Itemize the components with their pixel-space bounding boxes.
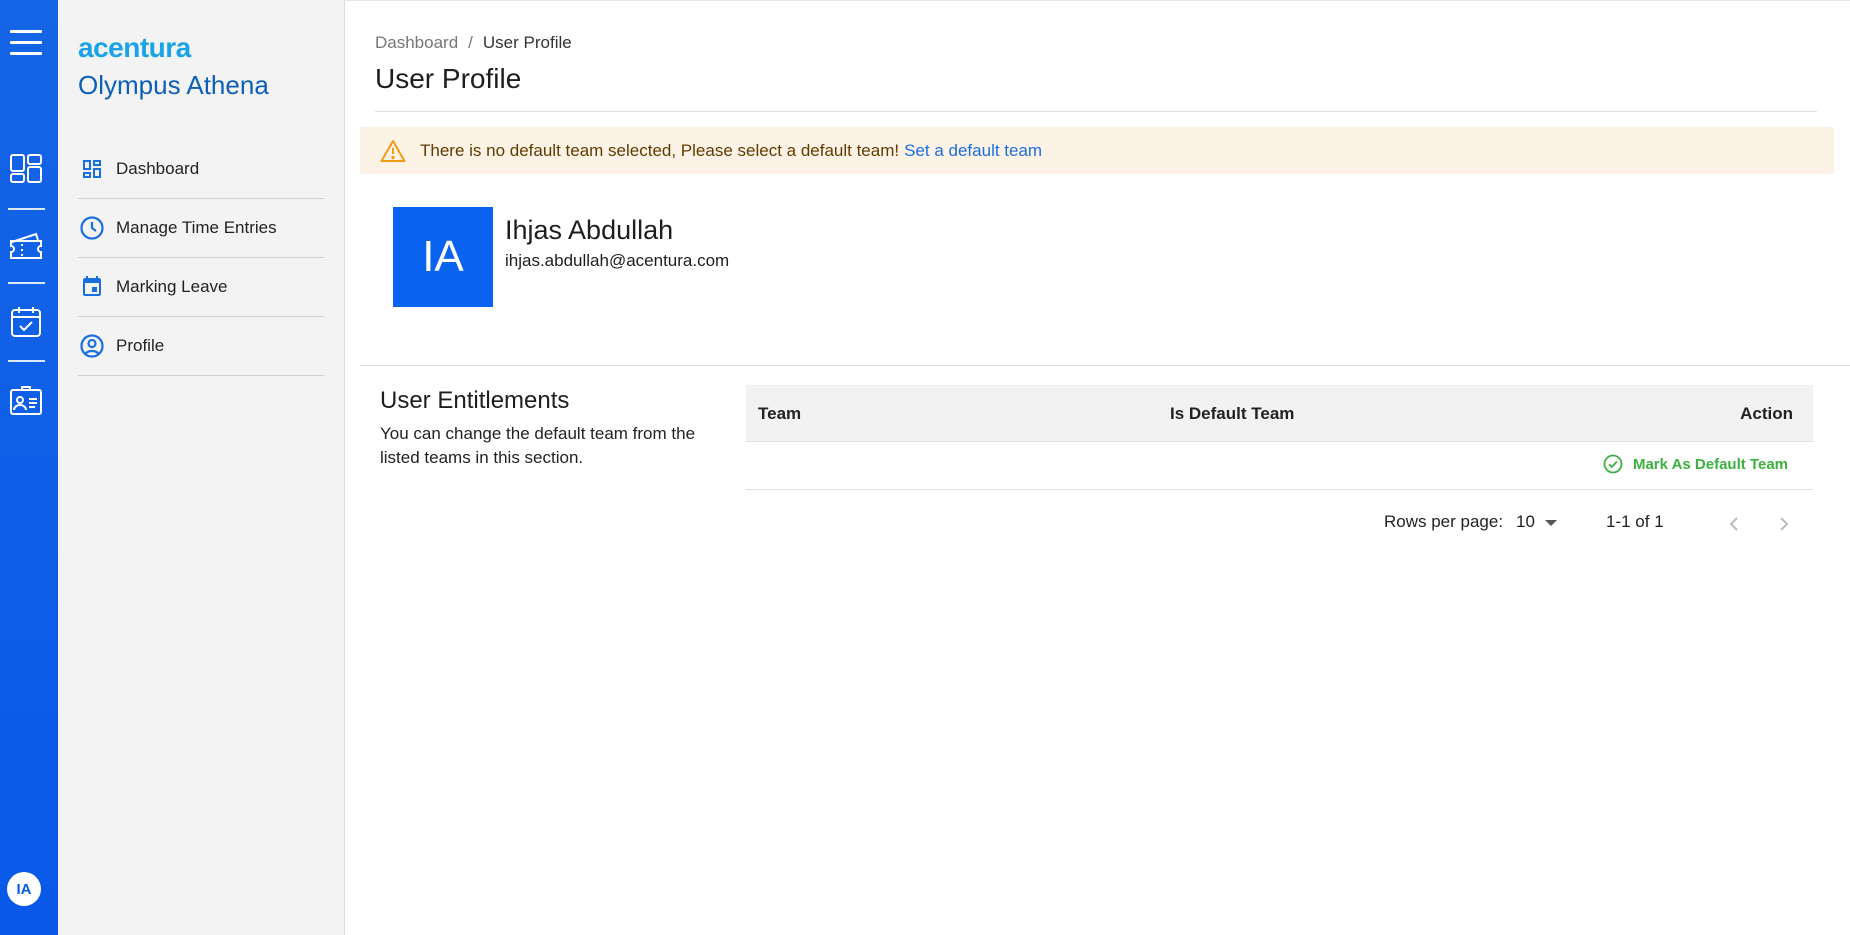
- warning-icon: [380, 139, 406, 162]
- mark-as-default-team-button[interactable]: Mark As Default Team: [1603, 454, 1788, 474]
- breadcrumb-separator: /: [468, 33, 473, 52]
- calendar-icon: [78, 273, 106, 301]
- nav-item-marking-leave[interactable]: Marking Leave: [78, 258, 324, 317]
- nav-list: Dashboard Manage Time Entries Marking Le…: [78, 140, 324, 376]
- table-pagination: Rows per page: 10 1-1 of 1: [746, 490, 1813, 550]
- account-circle-icon: [78, 332, 106, 360]
- table-row: Mark As Default Team: [746, 442, 1813, 490]
- divider: [360, 365, 1850, 366]
- nav-drawer: acentura Olympus Athena Dashboard Manage…: [58, 0, 345, 935]
- nav-item-label: Marking Leave: [116, 277, 228, 296]
- column-header-is-default-team[interactable]: Is Default Team: [1170, 404, 1294, 424]
- nav-item-profile[interactable]: Profile: [78, 317, 324, 376]
- rows-per-page-select[interactable]: 10: [1516, 512, 1557, 532]
- column-header-team[interactable]: Team: [758, 404, 801, 424]
- profile-name: Ihjas Abdullah: [505, 215, 674, 245]
- divider: [375, 111, 1817, 112]
- dashboard-icon: [78, 155, 106, 183]
- caret-down-icon: [1544, 520, 1557, 526]
- next-page-icon[interactable]: [1772, 512, 1796, 536]
- rail-dashboard-icon[interactable]: [8, 150, 44, 186]
- alert-message: There is no default team selected, Pleas…: [420, 140, 900, 160]
- entitlements-description: You can change the default team from the…: [380, 424, 696, 467]
- rail-divider: [8, 360, 45, 362]
- column-header-action[interactable]: Action: [1740, 404, 1793, 424]
- profile-avatar: IA: [393, 207, 493, 307]
- breadcrumb: Dashboard / User Profile: [375, 33, 572, 53]
- previous-page-icon[interactable]: [1722, 512, 1746, 536]
- rail-divider: [8, 208, 45, 210]
- nav-item-label: Dashboard: [116, 159, 200, 178]
- rows-per-page-label: Rows per page:: [1384, 512, 1504, 531]
- default-team-alert: There is no default team selected, Pleas…: [360, 127, 1834, 174]
- menu-toggle-icon[interactable]: [10, 30, 42, 56]
- brand: acentura Olympus Athena: [78, 32, 269, 101]
- rail-ticket-icon[interactable]: [8, 228, 44, 264]
- main-content: Dashboard / User Profile User Profile Ther…: [346, 0, 1850, 935]
- nav-item-label: Manage Time Entries: [116, 218, 277, 237]
- rail-user-avatar[interactable]: IA: [7, 872, 41, 906]
- breadcrumb-link-dashboard[interactable]: Dashboard: [375, 33, 458, 52]
- profile-email: ihjas.abdullah@acentura.com: [505, 251, 730, 270]
- rail-calendar-check-icon[interactable]: [8, 304, 44, 340]
- app-name: Olympus Athena: [78, 70, 269, 100]
- nav-item-dashboard[interactable]: Dashboard: [78, 140, 324, 199]
- breadcrumb-current: User Profile: [482, 33, 572, 52]
- check-circle-icon: [1603, 454, 1623, 474]
- entitlements-title: User Entitlements: [380, 387, 570, 414]
- page-title: User Profile: [375, 63, 522, 94]
- side-rail: IA: [0, 0, 58, 935]
- nav-item-manage-time-entries[interactable]: Manage Time Entries: [78, 199, 324, 258]
- table-header: Team Is Default Team Action: [746, 385, 1813, 442]
- mark-as-default-team-label: Mark As Default Team: [1632, 455, 1788, 473]
- pagination-range: 1-1 of 1: [1606, 512, 1664, 531]
- clock-icon: [78, 214, 106, 242]
- set-default-team-link[interactable]: Set a default team: [904, 141, 1042, 161]
- rail-divider: [8, 282, 45, 284]
- nav-item-label: Profile: [116, 336, 165, 355]
- entitlements-table: Team Is Default Team Action Mark As Defa…: [746, 385, 1813, 550]
- app-root: IA acentura Olympus Athena Dashboard Man…: [0, 0, 1850, 935]
- acentura-logo: acentura: [78, 32, 191, 63]
- rows-per-page-value: 10: [1516, 512, 1535, 531]
- rail-profile-card-icon[interactable]: [8, 382, 44, 418]
